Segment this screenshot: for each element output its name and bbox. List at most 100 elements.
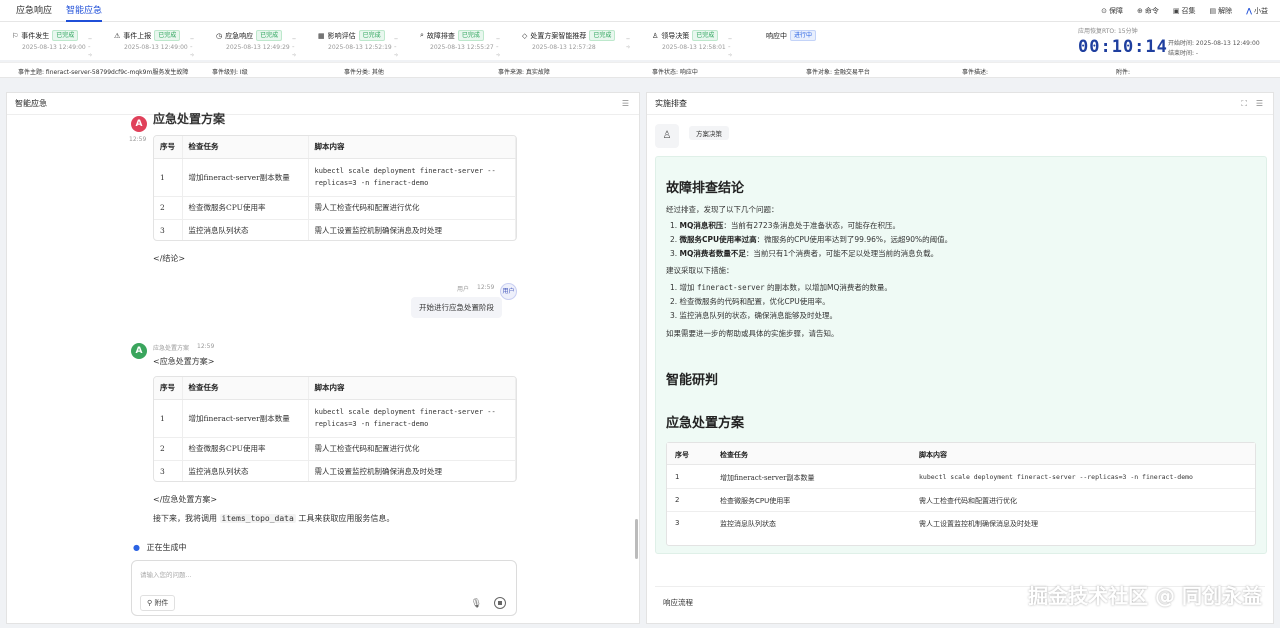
plan-close-tag: </应急处置方案> <box>153 495 218 504</box>
research-heading: 智能研判 <box>666 373 719 388</box>
assistant-icon: ⋀ <box>1246 7 1252 15</box>
status-badge: 已完成 <box>256 30 283 41</box>
panel-header: 实施排查 ⛶ ☰ <box>647 93 1273 115</box>
user-time: 12:59 <box>477 284 495 291</box>
table-cell: 增加fineract-server副本数量 <box>720 474 815 482</box>
event-attachments: 附件: <box>1116 69 1131 76</box>
collapse-icon[interactable]: ☰ <box>622 99 629 108</box>
report-intro: 经过排查，发现了以下几个问题： <box>666 205 779 214</box>
status-badge: 已完成 <box>52 30 79 41</box>
arrow-icon: ----› <box>190 35 194 59</box>
suggestion-item: 3. 监控消息队列的状态，确保消息能够及时处理。 <box>670 311 838 320</box>
table-cell: 需人工检查代码和配置进行优化 <box>919 497 1017 505</box>
panel-header: 智能应急 ☰ <box>7 93 639 115</box>
response-flow-label: 响应流程 <box>663 598 693 607</box>
suggestion-item: 1. 增加 fineract-server 的副本数，以增加MQ消费者的数量。 <box>670 283 892 292</box>
bot-avatar: A <box>131 116 147 132</box>
event-description: 事件描述: <box>962 69 989 76</box>
rto-timer: 应用恢复RTO: 15分钟 00:10:14 开始时间: 2025-08-13 … <box>1078 26 1268 60</box>
smart-emergency-panel: 智能应急 ☰ A 12:59 应急处置方案 序号 检查任务 脚本内容 1 增加fine… <box>6 92 640 624</box>
conclusion-heading: 故障排查结论 <box>666 181 745 196</box>
row-divider <box>667 488 1255 489</box>
attach-button[interactable]: ⚲ 附件 <box>140 595 176 611</box>
lightbulb-icon: ◇ <box>522 31 528 40</box>
message-time: 12:59 <box>129 136 147 143</box>
arrow-icon: ----› <box>292 35 296 59</box>
command-icon: ⊕ <box>1136 7 1143 15</box>
suggestion-item: 2. 检查微服务的代码和配置，优化CPU使用率。 <box>670 297 830 306</box>
rto-label: 应用恢复RTO: 15分钟 <box>1078 28 1138 35</box>
event-info-bar: 事件主题: fineract-server-58799dcf9c-mqk9m服务… <box>0 62 1280 78</box>
plan-heading: 应急处置方案 <box>666 416 745 431</box>
release-button[interactable]: ▤ 解除 <box>1209 6 1232 16</box>
clock-icon: ◷ <box>216 31 223 40</box>
arrow-icon: ----› <box>496 35 500 59</box>
chat-input[interactable]: 请输入您的问题... ⚲ 附件 🎙 <box>131 560 517 616</box>
arrow-icon: ----› <box>728 35 732 59</box>
assessment-icon: ▦ <box>318 31 325 40</box>
group-icon: ▣ <box>1172 7 1180 15</box>
table-cell: 监控消息队列状态 <box>720 520 776 528</box>
user-icon: ♙ <box>652 31 659 40</box>
bot-time: 12:59 <box>197 343 215 350</box>
event-object: 事件对象: 金融交易平台 <box>806 69 870 76</box>
step-plan-recommend[interactable]: ◇ 处置方案智能推荐 已完成 2025-08-13 12:57:28 <box>522 30 616 51</box>
arrow-icon: ----› <box>394 35 398 59</box>
expand-icon[interactable]: ⛶ <box>1241 99 1247 109</box>
row-divider <box>667 511 1255 512</box>
plan-open-tag: <应急处置方案> <box>153 357 215 366</box>
report-closing: 如果需要进一步的帮助或具体的实施步骤，请告知。 <box>666 329 839 338</box>
table-header <box>667 443 1255 465</box>
chat-area: A 12:59 应急处置方案 序号 检查任务 脚本内容 1 增加fineract-se… <box>7 112 639 623</box>
decision-tag: 方案决策 <box>689 126 729 140</box>
event-subject: 事件主题: fineract-server-58799dcf9c-mqk9m服务… <box>18 69 189 76</box>
step-troubleshoot[interactable]: ⌕ 故障排查 已完成 2025-08-13 12:55:27 <box>420 30 494 51</box>
table-cell: 需人工设置监控机制确保消息及时处理 <box>919 520 1038 528</box>
stop-icon[interactable] <box>494 597 506 609</box>
status-badge: 已完成 <box>589 30 616 41</box>
assistant-button[interactable]: ⋀ 小益 <box>1246 6 1268 16</box>
top-nav: 应急响应 智能应急 ⊙ 保障 ⊕ 命令 ▣ 召集 ▤ 解除 ⋀ 小益 <box>0 0 1280 22</box>
step-leader-decision[interactable]: ♙ 领导决策 已完成 2025-08-13 12:58:01 <box>652 30 726 51</box>
collapse-icon[interactable]: ☰ <box>1256 99 1263 108</box>
tab-smart-emergency[interactable]: 智能应急 <box>66 0 103 22</box>
microphone-icon[interactable]: 🎙 <box>471 599 482 609</box>
table-cell: 1 <box>675 473 680 481</box>
status-badge: 进行中 <box>790 30 817 41</box>
decision-icon: ♙ <box>655 124 679 148</box>
issue-item: 2. 微服务CPU使用率过高：微服务的CPU使用率达到了99.96%，远超90%… <box>670 235 953 244</box>
troubleshoot-report: 故障排查结论 经过排查，发现了以下几个问题： 1. MQ消息积压：当前有2723… <box>655 156 1267 554</box>
plan-table: 序号 检查任务 脚本内容 1 增加fineract-server副本数量 kub… <box>666 442 1256 546</box>
event-level: 事件级别: I级 <box>212 69 248 76</box>
event-source: 事件来源: 真实故障 <box>498 69 550 76</box>
elapsed-clock: 00:10:14 <box>1078 37 1168 57</box>
panel-title: 实施排查 <box>655 99 687 108</box>
issue-item: 3. MQ消费者数量不足：当前只有1个消费者，可能不足以处理当前的消息负载。 <box>670 249 939 258</box>
tab-emergency-response[interactable]: 应急响应 <box>16 0 52 22</box>
status-badge: 已完成 <box>457 30 484 41</box>
table-cell: kubectl scale deployment fineract-server… <box>919 473 1193 481</box>
paperclip-icon: ⚲ <box>147 599 153 607</box>
command-button[interactable]: ⊕ 命令 <box>1137 6 1159 16</box>
step-responding[interactable]: 响应中 进行中 <box>766 30 817 41</box>
flag-icon: ⚐ <box>12 31 19 40</box>
step-emergency-response[interactable]: ◷ 应急响应 已完成 2025-08-13 12:49:29 <box>216 30 290 51</box>
shield-icon: ⊙ <box>1101 7 1107 15</box>
scrollbar[interactable] <box>635 519 638 559</box>
step-impact-assessment[interactable]: ▦ 影响评估 已完成 2025-08-13 12:52:19 <box>318 30 392 51</box>
release-icon: ▤ <box>1209 7 1217 15</box>
step-event-report[interactable]: ⚠ 事件上报 已完成 2025-08-13 12:49:00 <box>114 30 188 51</box>
status-badge: 已完成 <box>358 30 385 41</box>
search-icon: ⌕ <box>420 31 424 39</box>
event-category: 事件分类: 其他 <box>344 69 384 76</box>
guarantee-button[interactable]: ⊙ 保障 <box>1101 6 1123 16</box>
arrow-icon: ----› <box>88 35 92 59</box>
conclusion-close-tag: </结论> <box>153 254 186 263</box>
message-heading: 应急处置方案 <box>153 112 226 126</box>
step-event-occur[interactable]: ⚐ 事件发生 已完成 2025-08-13 12:49:00 <box>12 30 86 51</box>
convene-button[interactable]: ▣ 召集 <box>1173 6 1196 16</box>
bot-avatar: A <box>131 343 147 359</box>
plan-table: 序号 检查任务 脚本内容 1 增加fineract-server副本数量 kubectl… <box>153 376 517 482</box>
top-actions: ⊙ 保障 ⊕ 命令 ▣ 召集 ▤ 解除 ⋀ 小益 <box>1101 0 1268 22</box>
arrow-icon: ---› <box>626 35 630 51</box>
